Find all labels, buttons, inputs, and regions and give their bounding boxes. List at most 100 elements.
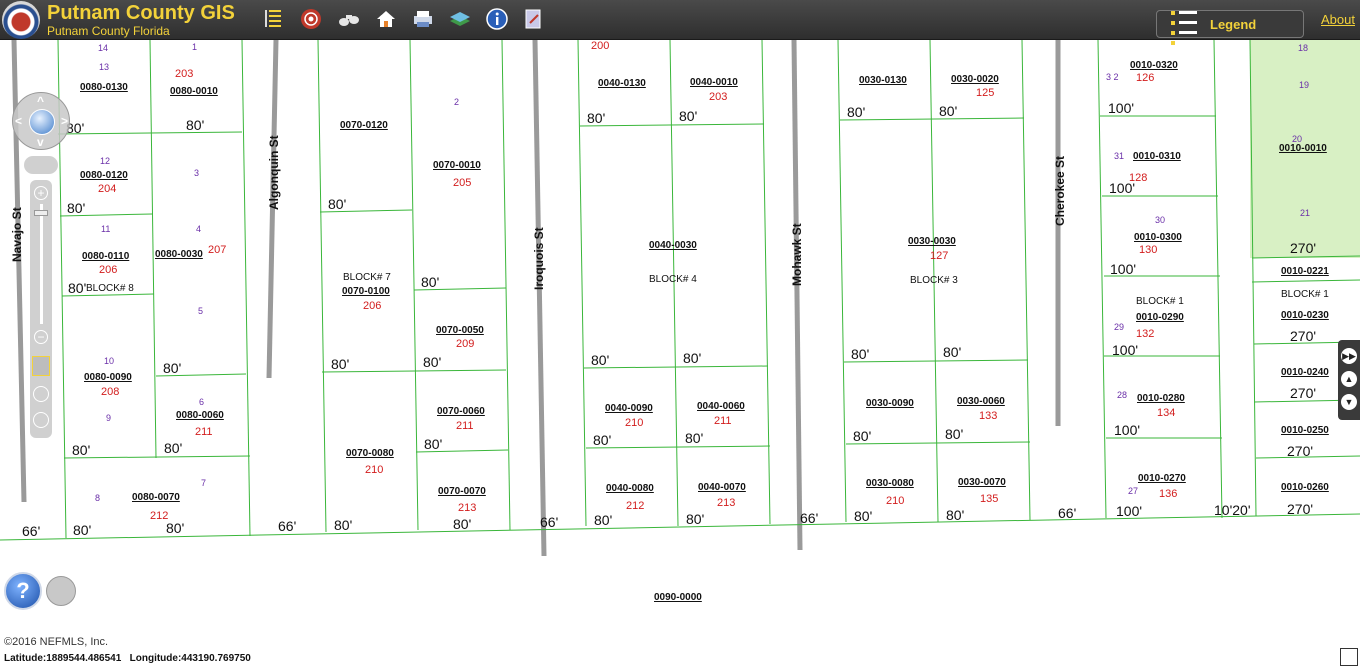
fast-forward-icon[interactable]: ▶▶ [1341,348,1357,364]
zoom-slider[interactable]: + − [30,180,52,438]
parcel-label[interactable]: 0040-0070 [698,482,746,493]
parcel-label[interactable]: 0030-0130 [859,75,907,86]
zoom-out-tool-icon[interactable] [33,412,49,428]
target-icon[interactable] [298,6,324,32]
parcel-label[interactable]: 0010-0230 [1281,310,1329,321]
zoom-thumb[interactable] [34,210,48,216]
parcel-number: 213 [458,502,477,514]
parcel-label[interactable]: 0010-0310 [1133,151,1181,162]
parcel-label[interactable]: 0030-0080 [866,478,914,489]
coordinates-readout: Latitude:1889544.486541 Longitude:443190… [4,653,251,664]
parcel-label[interactable]: 0040-0130 [598,78,646,89]
info-icon[interactable] [484,6,510,32]
legend-button[interactable]: Legend [1156,10,1304,45]
dimension-label: 66' [1058,505,1077,521]
parcel-label[interactable]: 0070-0070 [438,486,486,497]
help-button[interactable]: ? [4,572,42,610]
parcel-label[interactable]: 0070-0080 [346,448,394,459]
latitude-label: Latitude: [4,653,47,664]
dimension-label: 80' [587,110,606,126]
measure-icon[interactable] [521,6,547,32]
scroll-up-icon[interactable]: ▲ [1341,371,1357,387]
parcel-label[interactable]: 0040-0010 [690,77,738,88]
dimension-label: 100' [1112,342,1139,358]
parcel-label[interactable]: 0040-0030 [649,240,697,251]
zoom-in-button[interactable]: + [34,186,48,200]
parcel-label[interactable]: 0010-0280 [1137,393,1185,404]
pan-right-arrow[interactable]: > [61,114,68,128]
lot-number: 29 [1114,322,1125,332]
parcel-number: 126 [1136,72,1155,84]
lot-number: 11 [101,224,111,234]
printer-icon[interactable] [410,6,436,32]
parcel-label[interactable]: 0070-0100 [342,286,390,297]
parcel-label[interactable]: 0040-0060 [697,401,745,412]
pan-left-arrow[interactable]: < [15,114,22,128]
zoom-in-tool-icon[interactable] [33,386,49,402]
print-map-icon[interactable] [46,576,76,606]
parcel-label[interactable]: 0080-0030 [155,249,203,260]
hand-pan-tool-icon[interactable] [32,356,50,376]
parcel-number: 210 [886,495,905,507]
parcel-label[interactable]: 0010-0240 [1281,367,1329,378]
dimension-label: 80' [685,430,704,446]
parcel-label[interactable]: 0090-0000 [654,592,702,603]
dimension-label: 80' [853,428,872,444]
parcel-label[interactable]: 0010-0320 [1130,60,1178,71]
pan-control[interactable]: ^ v < > [12,92,70,150]
layers-list-icon[interactable] [260,6,286,32]
map-navigation-control: ^ v < > + − [12,92,72,438]
parcel-label[interactable]: 0040-0090 [605,403,653,414]
parcel-number: 211 [456,420,474,432]
map-canvas[interactable]: Navajo St Algonquin St Iroquois St Mohaw… [0,40,1360,667]
parcel-number: 205 [453,177,472,189]
right-navigation-panel: ▶▶ ▲ ▼ [1338,340,1360,420]
globe-icon[interactable] [29,109,55,135]
scroll-down-icon[interactable]: ▼ [1341,394,1357,410]
expand-icon[interactable] [1340,648,1358,666]
parcel-label[interactable]: 0030-0020 [951,74,999,85]
parcel-label[interactable]: 0080-0010 [170,86,218,97]
parcel-label[interactable]: 0010-0221 [1281,266,1329,277]
dimension-label: 80' [163,360,182,376]
parcel-label[interactable]: 0010-0260 [1281,482,1329,493]
dimension-label: 66' [22,523,41,539]
parcel-label[interactable]: 0030-0090 [866,398,914,409]
parcel-label[interactable]: 0080-0120 [80,170,128,181]
parcel-label[interactable]: 0080-0130 [80,82,128,93]
layers-stack-icon[interactable] [447,6,473,32]
parcel-label[interactable]: 0030-0070 [958,477,1006,488]
parcel-label[interactable]: 0010-0010 [1279,143,1327,154]
parcel-label[interactable]: 0070-0010 [433,160,481,171]
parcel-label[interactable]: 0030-0060 [957,396,1005,407]
parcel-label[interactable]: 0070-0060 [437,406,485,417]
parcel-label[interactable]: 0030-0030 [908,236,956,247]
app-subtitle: Putnam County Florida [47,24,170,38]
parcel-label[interactable]: 0080-0070 [132,492,180,503]
parcel-label[interactable]: 0040-0080 [606,483,654,494]
parcel-label[interactable]: 0070-0050 [436,325,484,336]
dimension-label: 100' [1108,100,1135,116]
home-icon[interactable] [373,6,399,32]
rotate-control[interactable] [24,156,58,174]
zoom-track[interactable] [40,204,43,324]
parcel-label[interactable]: 0010-0270 [1138,473,1186,484]
dimension-label: 100' [1114,422,1141,438]
parcel-label[interactable]: 0070-0120 [340,120,388,131]
parcel-label[interactable]: 0010-0250 [1281,425,1329,436]
parcel-label[interactable]: 0010-0290 [1136,312,1184,323]
dimension-label: 66' [540,514,559,530]
zoom-out-button[interactable]: − [34,330,48,344]
dimension-label: 80' [421,274,440,290]
about-link[interactable]: About [1321,12,1355,27]
street-label-algonquin: Algonquin St [267,135,281,210]
pan-up-arrow[interactable]: ^ [37,94,44,108]
parcel-label[interactable]: 0080-0110 [82,251,129,262]
parcel-label[interactable]: 0080-0060 [176,410,224,421]
dimension-label: 80' [591,352,610,368]
county-seal-logo [2,1,40,39]
pan-down-arrow[interactable]: v [37,135,44,149]
parcel-label[interactable]: 0080-0090 [84,372,132,383]
binoculars-icon[interactable] [336,6,362,32]
parcel-label[interactable]: 0010-0300 [1134,232,1182,243]
